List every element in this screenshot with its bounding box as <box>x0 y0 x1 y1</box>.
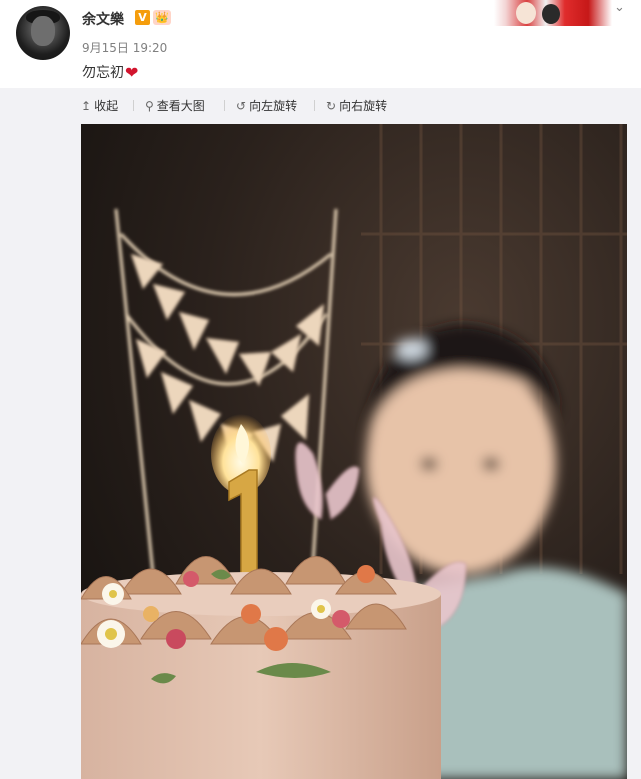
image-toolbar: ↥ 收起 ⚲ 查看大图 ↺ 向左旋转 ↻ 向右旋转 <box>0 88 641 122</box>
post-text-content: 勿忘初 <box>82 65 124 81</box>
rotate-right-button[interactable]: ↻ 向右旋转 <box>326 97 387 114</box>
divider <box>314 100 315 111</box>
cover-thumbnail <box>494 0 612 26</box>
crown-badge-icon[interactable]: 👑 <box>153 10 171 25</box>
heart-icon: ❤ <box>125 63 139 82</box>
divider <box>133 100 134 111</box>
view-large-button[interactable]: ⚲ 查看大图 <box>145 97 205 114</box>
collapse-arrow-icon: ↥ <box>81 99 92 113</box>
verified-badge-icon[interactable]: V <box>135 10 150 25</box>
rotate-right-icon: ↻ <box>326 99 337 113</box>
post-text: 勿忘初❤ <box>82 62 138 82</box>
divider <box>224 100 225 111</box>
post-header: 余文樂 V 👑 9月15日 19:20 勿忘初❤ ⌄ <box>0 0 641 88</box>
collapse-button[interactable]: ↥ 收起 <box>81 97 118 114</box>
magnifier-icon: ⚲ <box>145 99 154 113</box>
rotate-left-icon: ↺ <box>236 99 247 113</box>
rotate-left-button[interactable]: ↺ 向左旋转 <box>236 97 297 114</box>
post-timestamp[interactable]: 9月15日 19:20 <box>82 39 167 56</box>
chevron-down-icon[interactable]: ⌄ <box>614 0 625 15</box>
birthday-cake-photo[interactable] <box>81 124 627 779</box>
avatar[interactable] <box>16 6 70 60</box>
author-name[interactable]: 余文樂 <box>82 9 124 29</box>
